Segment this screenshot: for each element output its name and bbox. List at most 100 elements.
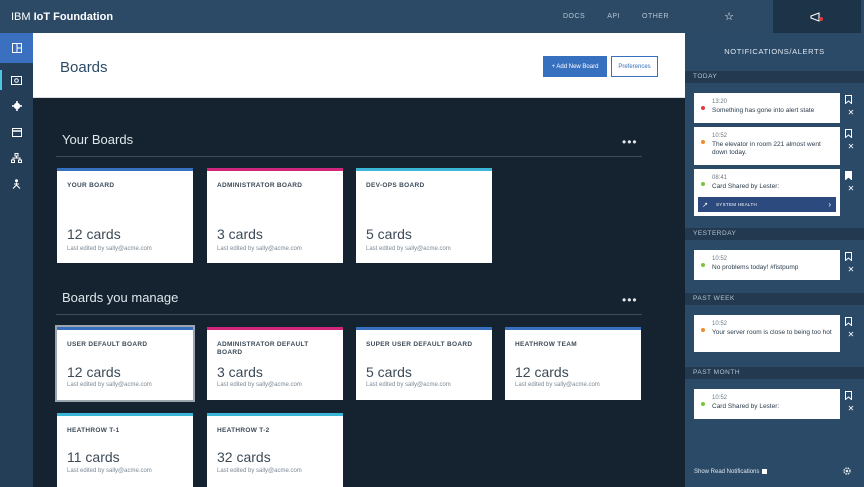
nav-docs[interactable]: DOCS	[563, 13, 585, 20]
board-card-heathrow-team[interactable]: HEATHROW TEAM 12 cards Last edited by sa…	[505, 327, 641, 400]
board-card-dev-ops-board[interactable]: DEV-OPS BOARD 5 cards Last edited by sal…	[356, 168, 492, 263]
section-title-boards-you-manage: Boards you manage	[62, 290, 179, 305]
bookmark-icon[interactable]	[845, 317, 857, 326]
nav-other[interactable]: OTHER	[642, 13, 669, 20]
notification-time: 13:20	[712, 99, 728, 105]
device-icon	[11, 75, 22, 85]
group-label-today: TODAY	[685, 71, 864, 83]
notification-item[interactable]: 08:41 Card Shared by Lester: ↗ SYSTEM HE…	[694, 169, 840, 216]
show-read-checkbox[interactable]	[762, 469, 768, 474]
notification-message: Your server room is close to being too h…	[712, 329, 832, 336]
card-count: 3 cards	[217, 364, 263, 380]
bookmark-icon[interactable]	[845, 391, 857, 400]
preferences-button[interactable]: Preferences	[611, 56, 658, 77]
right-panel-tabs: ☆	[685, 0, 864, 33]
chip-label: SYSTEM HEALTH	[716, 202, 758, 207]
section-divider	[56, 156, 642, 157]
card-count: 12 cards	[67, 364, 121, 380]
card-accent	[356, 327, 492, 330]
tab-favorites[interactable]: ☆	[685, 0, 773, 33]
notification-time: 08:41	[712, 175, 728, 181]
top-bar: IBM IoT Foundation DOCS API OTHER	[0, 0, 685, 33]
top-nav: DOCS API OTHER	[541, 0, 685, 33]
card-edited: Last edited by sally@acme.com	[67, 382, 152, 388]
left-rail	[0, 33, 33, 487]
dismiss-icon[interactable]: ✕	[845, 108, 857, 118]
bookmark-icon[interactable]	[845, 252, 857, 261]
rail-settings[interactable]	[0, 93, 33, 119]
card-accent	[57, 327, 193, 330]
notification-time: 10:52	[712, 321, 728, 327]
board-card-your-board[interactable]: YOUR BOARD 12 cards Last edited by sally…	[57, 168, 193, 263]
dismiss-icon[interactable]: ✕	[845, 184, 857, 194]
notification-time: 10:52	[712, 395, 728, 401]
card-edited: Last edited by sally@acme.com	[366, 246, 451, 252]
rail-devices[interactable]	[0, 67, 33, 93]
card-name: HEATHROW T-1	[67, 427, 120, 434]
board-card-user-default-board[interactable]: USER DEFAULT BOARD 12 cards Last edited …	[55, 325, 195, 402]
card-count: 5 cards	[366, 364, 412, 380]
chevron-right-icon: ›	[828, 200, 831, 209]
dashboard-icon	[11, 43, 22, 53]
dismiss-icon[interactable]: ✕	[845, 330, 857, 340]
add-new-board-button[interactable]: + Add New Board	[543, 56, 607, 77]
nav-api[interactable]: API	[607, 13, 620, 20]
show-read-toggle[interactable]: Show Read Notifications	[694, 469, 768, 475]
card-edited: Last edited by sally@acme.com	[217, 468, 302, 474]
link-arrow-icon: ↗	[702, 201, 708, 209]
card-accent	[57, 413, 193, 416]
brand-bold: IoT Foundation	[33, 10, 114, 23]
card-edited: Last edited by sally@acme.com	[217, 382, 302, 388]
notifications-footer: Show Read Notifications	[685, 465, 864, 487]
board-card-super-user-default-board[interactable]: SUPER USER DEFAULT BOARD 5 cards Last ed…	[356, 327, 492, 400]
notification-item[interactable]: 10:52 No problems today! #fistpump	[694, 250, 840, 280]
notification-message: Something has gone into alert state	[712, 107, 815, 114]
star-icon: ☆	[724, 11, 734, 23]
rail-org[interactable]	[0, 145, 33, 171]
bookmark-icon[interactable]	[845, 129, 857, 138]
bookmark-filled-icon[interactable]	[845, 171, 857, 180]
managed-boards-more-button[interactable]: •••	[622, 293, 638, 307]
board-card-administrator-default-board[interactable]: ADMINISTRATOR DEFAULT BOARD 3 cards Last…	[207, 327, 343, 400]
dismiss-icon[interactable]: ✕	[845, 265, 857, 275]
shared-card-chip[interactable]: ↗ SYSTEM HEALTH ›	[698, 197, 836, 212]
notification-item[interactable]: 10:52 Card Shared by Lester:	[694, 389, 840, 419]
notification-item[interactable]: 10:52 The elevator in room 221 almost we…	[694, 127, 840, 165]
card-count: 12 cards	[515, 364, 569, 380]
rail-boards[interactable]	[0, 33, 33, 63]
notification-settings-icon[interactable]	[842, 466, 852, 476]
notification-message: Card Shared by Lester:	[712, 403, 780, 410]
notification-time: 10:52	[712, 256, 728, 262]
dismiss-icon[interactable]: ✕	[845, 404, 857, 414]
card-count: 11 cards	[67, 449, 120, 465]
card-accent	[57, 168, 193, 171]
brand-logo[interactable]: IBM IoT Foundation	[0, 11, 113, 23]
notification-message: The elevator in room 221 almost went dow…	[712, 141, 821, 156]
card-name: HEATHROW TEAM	[515, 341, 577, 348]
tab-alerts[interactable]	[773, 0, 861, 33]
your-boards-more-button[interactable]: •••	[622, 135, 638, 149]
board-card-heathrow-t2[interactable]: HEATHROW T-2 32 cards Last edited by sal…	[207, 413, 343, 487]
card-edited: Last edited by sally@acme.com	[67, 468, 152, 474]
page-title: Boards	[60, 59, 108, 76]
group-label-past-month: PAST MONTH	[685, 367, 864, 379]
group-label-past-week: PAST WEEK	[685, 293, 864, 305]
notification-item[interactable]: 10:52 Your server room is close to being…	[694, 315, 840, 352]
card-edited: Last edited by sally@acme.com	[67, 246, 152, 252]
rail-users[interactable]	[0, 171, 33, 197]
section-divider	[56, 314, 642, 315]
card-name: ADMINISTRATOR BOARD	[217, 182, 303, 189]
rail-storage[interactable]	[0, 119, 33, 145]
dismiss-icon[interactable]: ✕	[845, 142, 857, 152]
board-card-administrator-board[interactable]: ADMINISTRATOR BOARD 3 cards Last edited …	[207, 168, 343, 263]
card-name: YOUR BOARD	[67, 182, 115, 189]
card-name: ADMINISTRATOR DEFAULT BOARD	[217, 341, 309, 356]
gear-icon	[11, 101, 22, 111]
board-card-heathrow-t1[interactable]: HEATHROW T-1 11 cards Last edited by sal…	[57, 413, 193, 487]
group-label-yesterday: YESTERDAY	[685, 228, 864, 240]
bookmark-icon[interactable]	[845, 95, 857, 104]
notifications-title: NOTIFICATIONS/ALERTS	[724, 47, 825, 56]
card-edited: Last edited by sally@acme.com	[515, 382, 600, 388]
brand-light: IBM	[11, 10, 34, 23]
notification-item[interactable]: 13:20 Something has gone into alert stat…	[694, 93, 840, 123]
